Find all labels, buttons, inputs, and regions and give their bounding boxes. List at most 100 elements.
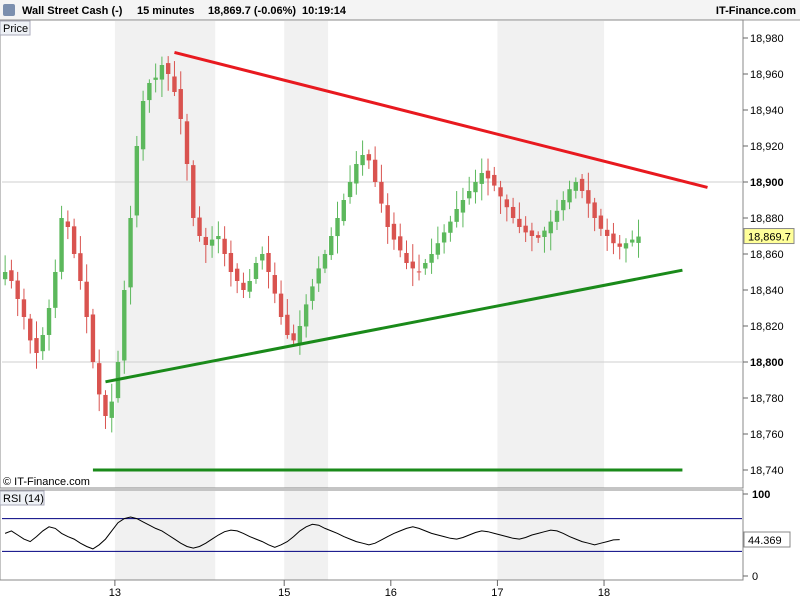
session-shading [497, 21, 605, 488]
candle-down [285, 314, 290, 335]
candle-down [241, 282, 246, 290]
candle-up [479, 173, 484, 184]
candle-up [429, 254, 434, 263]
candle-up [109, 401, 114, 418]
candle-down [78, 253, 83, 281]
price-tick-label: 18,900 [750, 177, 784, 189]
candle-down [579, 178, 585, 191]
candle-down [172, 76, 177, 92]
candle-down [535, 235, 541, 238]
candle-down [291, 333, 296, 341]
price-label: Price [3, 23, 28, 35]
candle-down [90, 314, 96, 362]
candle-down [266, 252, 271, 272]
candle-down [592, 202, 597, 218]
candle-down [165, 63, 171, 74]
candle-down [228, 252, 234, 272]
candle-down [504, 199, 510, 208]
rsi-tick-label: 100 [752, 489, 770, 501]
header-arrow-icon [3, 4, 15, 16]
candle-down [586, 190, 591, 204]
candle-up [153, 77, 158, 80]
rsi-panel: 0 100 RSI (14) 44.369 [0, 489, 791, 583]
candle-up [623, 243, 629, 249]
candle-down [498, 187, 503, 197]
candle-down [598, 215, 604, 229]
candle-down [21, 299, 27, 317]
candle-up [53, 272, 58, 308]
candle-up [341, 200, 346, 222]
price-tick-label: 18,820 [750, 321, 784, 333]
candle-down [611, 233, 616, 244]
candle-down [385, 205, 390, 227]
candle-up [209, 239, 215, 246]
candle-down [84, 281, 89, 317]
candle-up [147, 83, 152, 101]
candle-up [460, 200, 466, 213]
candle-down [15, 280, 20, 299]
candle-up [253, 263, 259, 279]
resistance-trendline [174, 50, 708, 189]
candle-up [134, 146, 140, 216]
candle-up [636, 236, 641, 243]
rsi-value-label: 44.369 [748, 535, 782, 547]
candle-down [617, 243, 622, 247]
header-time: 10:19:14 [302, 5, 347, 17]
candle-up [322, 254, 328, 269]
current-price-label: 18,869.7 [748, 232, 791, 244]
candle-down [103, 394, 108, 416]
x-tick-label: 15 [278, 587, 290, 599]
candle-down [416, 271, 422, 273]
candle-down [410, 261, 415, 269]
candle-up [542, 230, 547, 237]
candle-down [604, 229, 610, 236]
candle-up [140, 101, 146, 150]
watermark: © IT-Finance.com [3, 476, 90, 488]
price-tick-label: 18,760 [750, 429, 784, 441]
candle-up [122, 290, 127, 361]
x-tick-label: 17 [491, 587, 503, 599]
header-brand: IT-Finance.com [716, 5, 796, 17]
candle-up [435, 243, 441, 255]
candle-up [554, 210, 560, 222]
candle-up [46, 308, 52, 335]
price-panel: 18,740 18,760 18,780 18,800 18,820 18,840 18,8… [0, 19, 795, 489]
candle-down [97, 363, 102, 395]
candle-up [441, 232, 447, 243]
candle-down [197, 217, 202, 236]
candle-up [567, 189, 572, 203]
price-tick-label: 18,780 [750, 393, 784, 405]
candle-down [28, 318, 33, 341]
price-tick-label: 18,800 [750, 357, 784, 369]
candle-up [448, 221, 453, 233]
candle-down [34, 338, 39, 353]
rsi-label: RSI (14) [3, 493, 44, 505]
rsi-tick-label: 0 [752, 571, 758, 583]
rsi-panel-border [0, 489, 744, 581]
candle-down [529, 230, 535, 236]
candle-down [366, 154, 372, 161]
price-tick-label: 18,960 [750, 69, 784, 81]
candle-down [485, 170, 491, 179]
x-tick-label: 13 [109, 587, 121, 599]
candle-up [40, 335, 45, 352]
candle-up [467, 191, 472, 199]
candle-up [573, 182, 579, 191]
candle-down [222, 238, 227, 254]
candle-down [191, 165, 196, 218]
candle-up [347, 182, 353, 198]
candle-down [278, 293, 284, 317]
price-tick-label: 18,860 [750, 249, 784, 261]
session-shading [497, 491, 605, 580]
candle-up [630, 239, 635, 243]
candle-down [391, 223, 397, 240]
candle-down [184, 121, 190, 164]
candle-up [454, 209, 459, 222]
candle-up [316, 268, 321, 284]
price-tick-label: 18,840 [750, 285, 784, 297]
x-tick-label: 16 [385, 587, 397, 599]
candle-up [216, 236, 221, 240]
candle-up [247, 281, 252, 292]
header-instrument: Wall Street Cash (-) [22, 5, 123, 17]
candle-down [178, 89, 183, 119]
